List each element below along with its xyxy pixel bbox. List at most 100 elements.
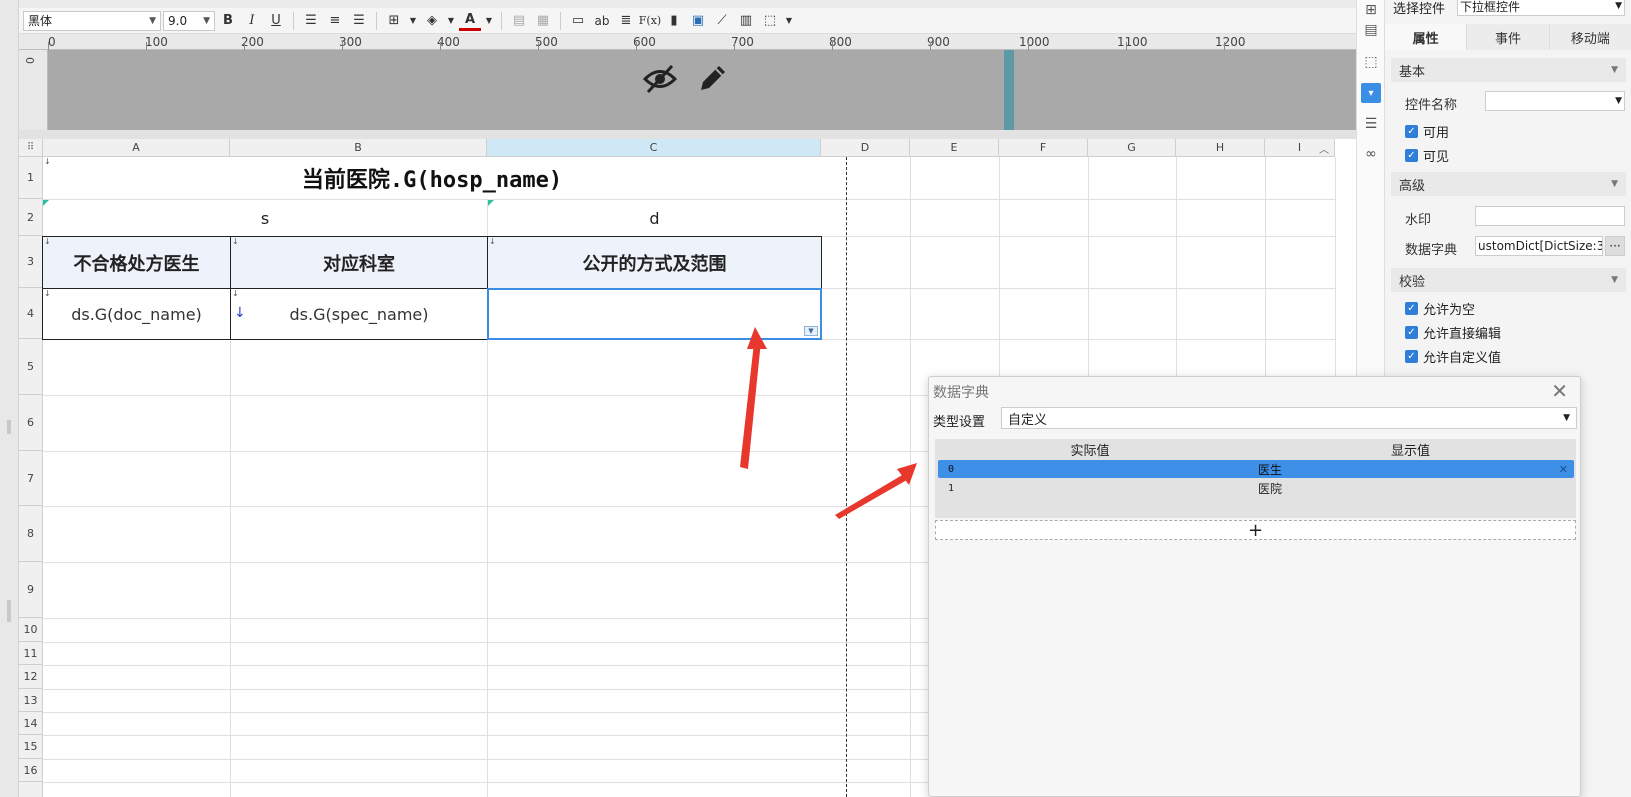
text-field-icon[interactable]: ▭ [567, 10, 589, 32]
data-dict-more-button[interactable]: ··· [1605, 236, 1625, 256]
page-header-area: 0 100 200 300 400 500 600 700 800 900 10… [19, 34, 1356, 130]
ruler-tick [244, 42, 245, 50]
font-size-value: 9.0 [168, 13, 188, 28]
checkbox-label: 允许自定义值 [1423, 351, 1502, 366]
checkbox-label: 允许直接编辑 [1423, 327, 1502, 342]
ruler-tick [342, 42, 343, 50]
check-icon: ✓ [1405, 350, 1418, 363]
widget-type-select[interactable]: 下拉框控件 ▼ [1457, 0, 1625, 16]
ruler-tick [440, 42, 441, 50]
property-tabs: 属性 事件 移动端 [1385, 24, 1631, 50]
pencil-edit-icon[interactable] [697, 62, 729, 97]
delete-row-icon[interactable]: ✕ [1559, 463, 1568, 476]
visible-checkbox[interactable]: ✓ 可见 [1405, 146, 1449, 165]
text-color-button[interactable]: A [459, 11, 481, 31]
section-basic[interactable]: 基本 ▼ [1391, 58, 1626, 82]
ruler-tick [1028, 42, 1029, 50]
ruler-label: 100 [145, 35, 168, 49]
vertical-ruler: 0 [19, 50, 48, 130]
widget-type-value: 下拉框控件 [1460, 0, 1521, 14]
image-icon[interactable]: ▣ [687, 10, 709, 32]
check-icon: ✓ [1405, 125, 1418, 138]
chevron-down-icon[interactable]: ▼ [445, 10, 457, 32]
hyperlink-icon[interactable]: ∞ [1361, 144, 1381, 164]
check-icon: ✓ [1405, 149, 1418, 162]
ruler-tick [930, 42, 931, 50]
left-strip-handle[interactable] [7, 420, 11, 434]
chevron-down-icon: ▼ [1611, 275, 1618, 285]
split-cells-icon[interactable]: ▦ [532, 10, 554, 32]
ruler-tick [538, 42, 539, 50]
formula-button[interactable]: F(x) [639, 10, 661, 32]
watermark-label: 水印 [1405, 213, 1432, 228]
merge-cells-icon[interactable]: ▤ [508, 10, 530, 32]
section-advanced[interactable]: 高级 ▼ [1391, 172, 1626, 196]
border-icon[interactable]: ⊞ [383, 10, 405, 32]
checkbox-label: 可见 [1423, 150, 1450, 165]
chevron-down-icon[interactable]: ▼ [407, 10, 419, 32]
font-size-select[interactable]: 9.0 ▼ [163, 10, 215, 31]
type-setting-select[interactable]: 自定义 ▼ [1001, 407, 1577, 429]
paragraph-icon[interactable]: ≣ [615, 10, 637, 32]
chevron-down-icon[interactable]: ▼ [783, 10, 795, 32]
chevron-down-icon: ▼ [149, 15, 156, 26]
toolbar-divider [560, 11, 561, 30]
data-dictionary-dialog: 数据字典 ✕ 类型设置 自定义 ▼ 实际值 显示值 0 医生 ✕ 1 医院 + [928, 376, 1581, 797]
font-family-select[interactable]: 黑体 ▼ [23, 10, 161, 31]
row-display-value: 医生 [1258, 462, 1283, 477]
bar-chart-icon[interactable]: ▮ [663, 10, 685, 32]
column-header-actual: 实际值 [1070, 443, 1110, 459]
allow-custom-checkbox[interactable]: ✓ 允许自定义值 [1405, 347, 1501, 366]
left-strip-scroll[interactable] [7, 600, 11, 622]
cell-settings-icon[interactable]: ▤ [1361, 20, 1381, 40]
dialog-title: 数据字典 [933, 385, 989, 401]
chevron-down-icon[interactable]: ▼ [483, 10, 495, 32]
header-divider [19, 130, 1356, 139]
align-center-icon[interactable]: ≡ [324, 10, 346, 32]
section-validation[interactable]: 校验 ▼ [1391, 268, 1626, 292]
ruler-label: 1200 [1215, 35, 1246, 49]
ruler-tick [832, 42, 833, 50]
frame-icon[interactable]: ⬚ [759, 10, 781, 32]
data-dict-input[interactable]: ustomDict[DictSize:3] [1475, 236, 1603, 256]
allow-empty-checkbox[interactable]: ✓ 允许为空 [1405, 299, 1475, 318]
ab-text-button[interactable]: ab [591, 10, 613, 32]
condition-attr-icon[interactable]: ☰ [1361, 114, 1381, 134]
add-row-button[interactable]: + [935, 520, 1576, 541]
ruler-tick [1126, 42, 1127, 50]
chevron-down-icon: ▼ [1563, 413, 1570, 423]
format-toolbar: 黑体 ▼ 9.0 ▼ B I U ☰ ≡ ☰ ⊞ ▼ ◈ ▼ A ▼ ▤ ▦ ▭… [19, 8, 1356, 34]
horizontal-ruler: 0 100 200 300 400 500 600 700 800 900 10… [19, 34, 1356, 50]
toolbar-divider [293, 11, 294, 30]
tab-events[interactable]: 事件 [1467, 24, 1550, 50]
align-left-icon[interactable]: ☰ [300, 10, 322, 32]
data-dict-label: 数据字典 [1405, 243, 1458, 258]
dictionary-row[interactable]: 1 医院 [938, 479, 1574, 497]
widget-name-input[interactable]: ▼ [1485, 91, 1625, 111]
bold-button[interactable]: B [217, 10, 239, 32]
vruler-label: 0 [24, 57, 37, 64]
grid-layout-icon[interactable]: ⊞ [1361, 0, 1381, 20]
tab-mobile[interactable]: 移动端 [1550, 24, 1631, 50]
slash-icon[interactable]: ⟋ [711, 10, 733, 32]
watermark-input[interactable] [1475, 206, 1625, 226]
enabled-checkbox[interactable]: ✓ 可用 [1405, 122, 1449, 141]
italic-button[interactable]: I [241, 10, 263, 32]
toolbar-top-strip [19, 0, 1356, 8]
dictionary-table: 实际值 显示值 0 医生 ✕ 1 医院 [935, 439, 1576, 518]
hide-eye-icon[interactable] [642, 64, 678, 97]
tab-attributes[interactable]: 属性 [1385, 24, 1468, 50]
widget-settings-icon[interactable]: ▾ [1361, 83, 1381, 103]
checkbox-label: 允许为空 [1423, 303, 1476, 318]
chevron-down-icon: ▼ [1611, 179, 1618, 189]
fill-color-icon[interactable]: ◈ [421, 10, 443, 32]
ruler-label: 1100 [1117, 35, 1148, 49]
close-icon[interactable]: ✕ [1551, 379, 1568, 403]
underline-button[interactable]: U [265, 10, 287, 32]
section-title: 基本 [1399, 64, 1426, 80]
cell-frame-icon[interactable]: ⬚ [1361, 52, 1381, 72]
subreport-icon[interactable]: ▥ [735, 10, 757, 32]
dictionary-row-selected[interactable]: 0 医生 ✕ [938, 460, 1574, 478]
align-right-icon[interactable]: ☰ [348, 10, 370, 32]
allow-edit-checkbox[interactable]: ✓ 允许直接编辑 [1405, 323, 1501, 342]
